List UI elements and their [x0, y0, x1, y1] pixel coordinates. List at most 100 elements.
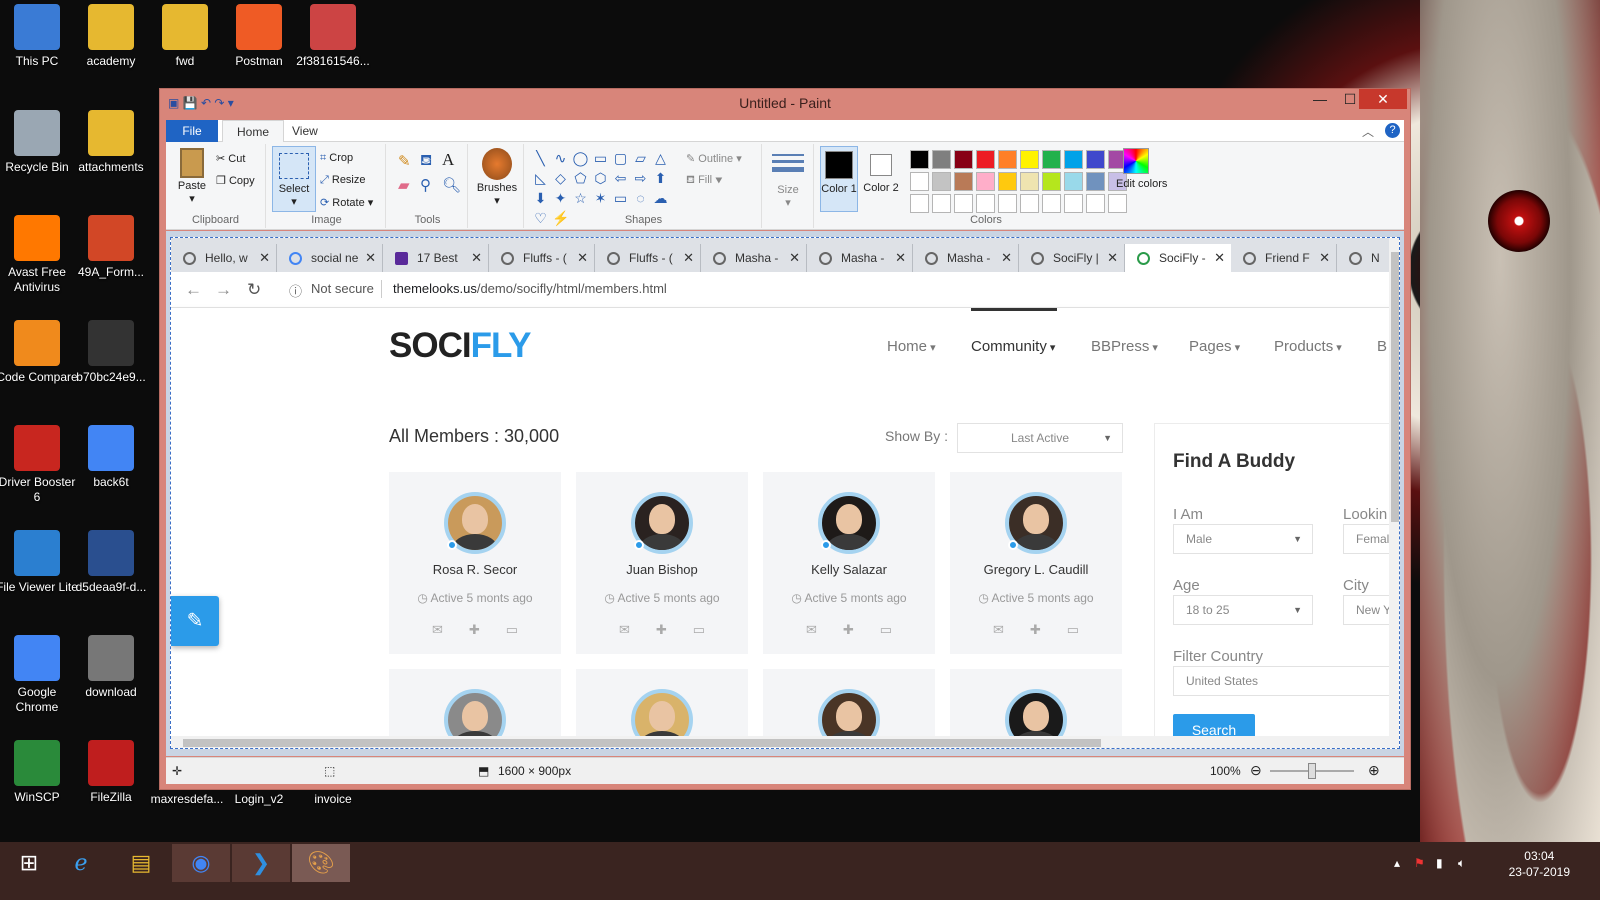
shape-icon[interactable]: ⇨: [632, 170, 649, 187]
shape-icon[interactable]: ⬠: [572, 170, 589, 187]
close-button[interactable]: ✕: [1359, 89, 1407, 109]
add-friend-icon[interactable]: ✚: [469, 622, 506, 637]
folder-icon[interactable]: ▭: [1067, 622, 1105, 637]
color-swatch[interactable]: [1064, 150, 1083, 169]
minimize-button[interactable]: —: [1305, 89, 1335, 109]
shape-icon[interactable]: △: [652, 150, 669, 167]
close-tab-icon[interactable]: ✕: [471, 244, 482, 272]
shape-icon[interactable]: ◺: [532, 170, 549, 187]
desktop-icon[interactable]: Postman: [218, 4, 300, 69]
color-swatch[interactable]: [1042, 172, 1061, 191]
shape-icon[interactable]: ∿: [552, 150, 569, 167]
nav-item[interactable]: B: [1377, 338, 1387, 355]
cut-button[interactable]: ✂ Cut: [216, 152, 245, 165]
browser-tab[interactable]: 17 Best ✕: [383, 244, 489, 272]
shape-icon[interactable]: ⬡: [592, 170, 609, 187]
close-tab-icon[interactable]: ✕: [1107, 244, 1118, 272]
member-card[interactable]: Juan Bishop ◷ Active 5 monts ago ✉✚▭: [576, 472, 748, 654]
member-name[interactable]: Juan Bishop: [576, 562, 748, 577]
color-swatch[interactable]: [976, 150, 995, 169]
close-tab-icon[interactable]: ✕: [1001, 244, 1012, 272]
volume-icon[interactable]: 🔈︎: [1458, 856, 1465, 871]
custom-color-swatch[interactable]: [1042, 194, 1061, 213]
start-button[interactable]: ⊞: [0, 844, 58, 882]
color1-button[interactable]: Color 1: [820, 146, 858, 212]
internet-explorer-icon[interactable]: ℯ: [52, 844, 110, 882]
nav-item[interactable]: Products ▾: [1274, 338, 1342, 355]
color-swatch[interactable]: [954, 172, 973, 191]
crop-button[interactable]: ⌗ Crop: [320, 152, 353, 165]
action-center-icon[interactable]: ⚑: [1414, 856, 1425, 870]
color2-button[interactable]: Color 2: [862, 146, 900, 194]
custom-color-swatch[interactable]: [954, 194, 973, 213]
size-button[interactable]: Size ▾: [768, 148, 808, 209]
vertical-scrollbar[interactable]: [1389, 238, 1399, 748]
shape-icon[interactable]: ▢: [612, 150, 629, 167]
show-hidden-icons[interactable]: ▴: [1394, 856, 1400, 870]
edit-colors-button[interactable]: Edit colors: [1116, 148, 1167, 190]
folder-icon[interactable]: ▭: [506, 622, 544, 637]
tab-view[interactable]: View: [278, 120, 332, 142]
browser-tab[interactable]: Masha - ✕: [701, 244, 807, 272]
member-card[interactable]: Kelly Salazar ◷ Active 5 monts ago ✉✚▭: [763, 472, 935, 654]
color-swatch[interactable]: [1020, 150, 1039, 169]
show-by-select[interactable]: Last Active ▼: [957, 423, 1123, 453]
desktop-icon[interactable]: 2f38161546...: [292, 4, 374, 69]
browser-tab[interactable]: SociFly - ✕: [1125, 244, 1231, 272]
color-swatch[interactable]: [998, 172, 1017, 191]
info-icon[interactable]: ⓘ: [289, 281, 302, 300]
nav-item[interactable]: Community ▾: [971, 338, 1055, 355]
file-explorer-icon[interactable]: ▤: [112, 844, 170, 882]
help-icon[interactable]: ?: [1385, 123, 1400, 138]
paste-button[interactable]: Paste ▾: [172, 148, 212, 205]
color-swatch[interactable]: [1020, 172, 1039, 191]
close-tab-icon[interactable]: ✕: [683, 244, 694, 272]
custom-color-swatch[interactable]: [1108, 194, 1127, 213]
vertical-scroll-thumb[interactable]: [1391, 252, 1399, 522]
color-swatch[interactable]: [910, 172, 929, 191]
color-picker-icon[interactable]: ⚲: [420, 176, 431, 194]
desktop-icon[interactable]: academy: [70, 4, 152, 69]
desktop-icon[interactable]: b70bc24e9...: [70, 320, 152, 385]
desktop-icon[interactable]: Code Compare: [0, 320, 78, 385]
custom-color-swatch[interactable]: [910, 194, 929, 213]
desktop-icon[interactable]: Driver Booster 6: [0, 425, 78, 505]
message-icon[interactable]: ✉: [806, 622, 843, 637]
eraser-icon[interactable]: ▰: [398, 176, 410, 194]
close-tab-icon[interactable]: ✕: [259, 244, 270, 272]
tab-file[interactable]: File: [166, 120, 218, 142]
add-friend-icon[interactable]: ✚: [843, 622, 880, 637]
clock[interactable]: 03:04 23-07-2019: [1509, 848, 1570, 880]
shape-icon[interactable]: ◌: [632, 190, 649, 207]
vscode-taskbar-icon[interactable]: ❯: [232, 844, 290, 882]
shape-icon[interactable]: ⬇: [532, 190, 549, 207]
browser-tab[interactable]: Fluffs - (✕: [595, 244, 701, 272]
color-swatch[interactable]: [998, 150, 1017, 169]
desktop-icon[interactable]: Google Chrome: [0, 635, 78, 715]
fill-bucket-icon[interactable]: ⛾: [420, 152, 432, 171]
desktop-icon[interactable]: Avast Free Antivirus: [0, 215, 78, 295]
age-select[interactable]: 18 to 25 ▼: [1173, 595, 1313, 625]
browser-tab[interactable]: Hello, w ✕: [171, 244, 277, 272]
desktop-icon[interactable]: attachments: [70, 110, 152, 175]
forward-icon[interactable]: →: [215, 280, 232, 300]
custom-color-swatch[interactable]: [932, 194, 951, 213]
desktop-icon[interactable]: Login_v2: [218, 792, 300, 807]
paint-taskbar-icon[interactable]: 🎨︎: [292, 844, 350, 882]
shape-icon[interactable]: ☁: [652, 190, 669, 207]
shape-icon[interactable]: ✦: [552, 190, 569, 207]
close-tab-icon[interactable]: ✕: [1319, 244, 1330, 272]
browser-tab[interactable]: Friend F ✕: [1231, 244, 1337, 272]
browser-tab[interactable]: SociFly | ✕: [1019, 244, 1125, 272]
shape-icon[interactable]: ▭: [612, 190, 629, 207]
shape-icon[interactable]: ╲: [532, 150, 549, 167]
color-swatch[interactable]: [932, 172, 951, 191]
url-field[interactable]: themelooks.us/demo/socifly/html/members.…: [393, 281, 667, 296]
desktop-icon[interactable]: 49A_Form...: [70, 215, 152, 280]
customizer-button[interactable]: ✎: [171, 596, 219, 646]
canvas-image[interactable]: Hello, w ✕ social ne ✕ 17 Best ✕ Fluffs - (✕ Fl…: [170, 237, 1400, 749]
member-card[interactable]: Rosa R. Secor ◷ Active 5 monts ago ✉✚▭: [389, 472, 561, 654]
close-tab-icon[interactable]: ✕: [895, 244, 906, 272]
nav-item[interactable]: BBPress ▾: [1091, 338, 1158, 355]
magnifier-icon[interactable]: 🔍︎: [442, 176, 461, 194]
